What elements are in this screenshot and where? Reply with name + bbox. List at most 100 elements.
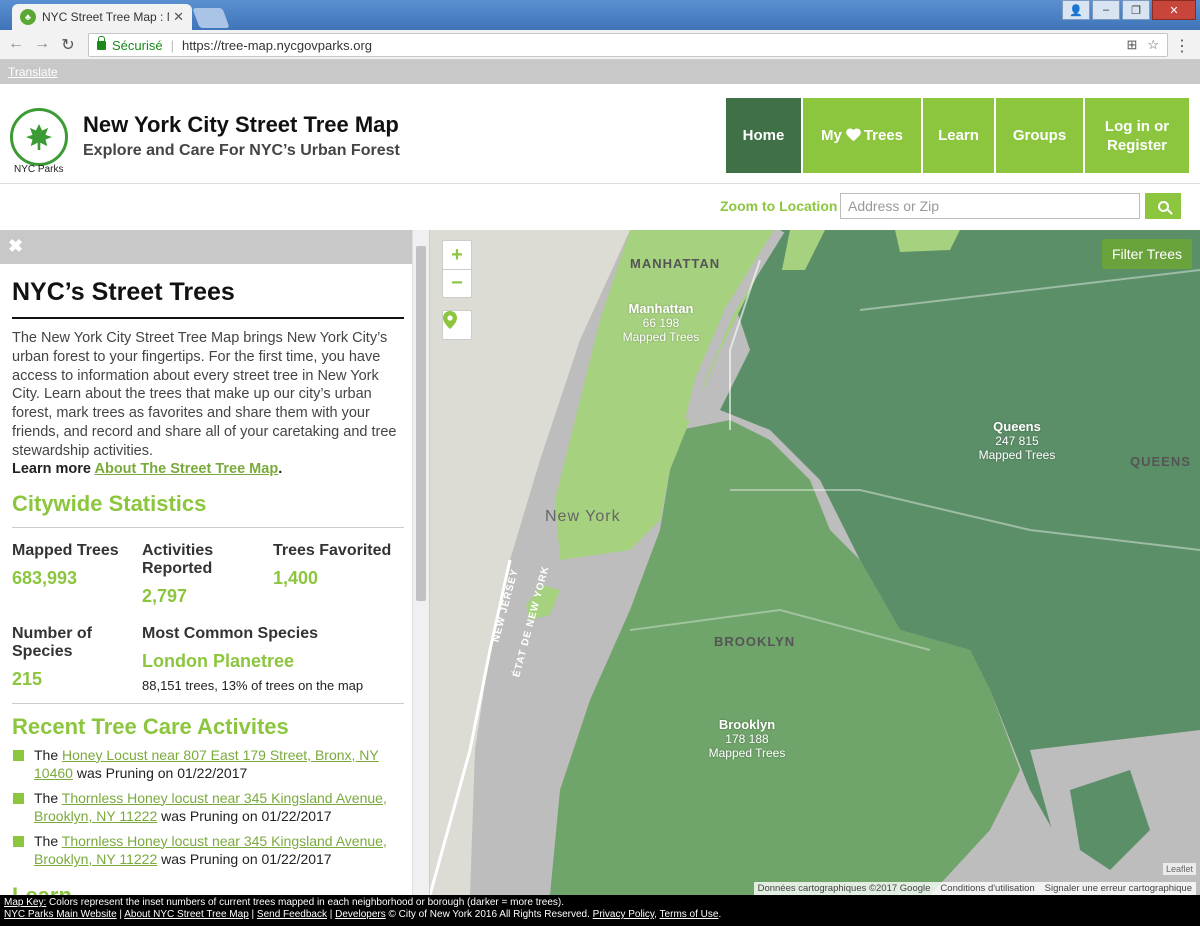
browser-menu-icon[interactable]: ⋮ — [1174, 36, 1190, 56]
footer-link-main-website[interactable]: NYC Parks Main Website — [4, 909, 117, 920]
map-attribution: Données cartographiques ©2017 Google Con… — [753, 882, 1196, 895]
list-item: The Honey Locust near 807 East 179 Stree… — [12, 746, 404, 783]
tab-close-icon[interactable]: ✕ — [173, 9, 184, 25]
stat-label: Activities Reported — [142, 541, 214, 577]
activity-prefix: The — [34, 746, 59, 763]
island-region — [895, 230, 960, 252]
zoom-in-button[interactable]: + — [443, 241, 471, 269]
footer-link-terms[interactable]: Terms of Use — [660, 909, 719, 920]
site-footer: Map Key: Colors represent the inset numb… — [0, 895, 1200, 926]
sidebar-intro: The New York City Street Tree Map brings… — [12, 330, 397, 459]
borough-count: 66 198 — [642, 316, 680, 330]
site-header: NYC Parks New York City Street Tree Map … — [0, 84, 1200, 184]
bullet-square-icon — [13, 835, 24, 847]
new-tab-button[interactable] — [192, 8, 230, 28]
activity-suffix: was Pruning on 01/22/2017 — [161, 808, 332, 825]
borough-unit: Mapped Trees — [708, 746, 786, 760]
nyc-parks-logo[interactable] — [10, 108, 68, 166]
map-key: Map Key: Colors represent the inset numb… — [4, 897, 1196, 909]
info-sidebar: ✖ NYC’s Street Trees The New York City S… — [0, 230, 430, 895]
map-terms-link[interactable]: Conditions d'utilisation — [940, 883, 1034, 894]
stat-common-species: Most Common Species London Planetree 88,… — [142, 625, 363, 693]
sidebar-scrollbar[interactable] — [412, 230, 429, 895]
footer-copyright: © City of New York 2016 All Rights Reser… — [388, 909, 590, 920]
activity-prefix: The — [34, 789, 59, 806]
stats-divider — [12, 526, 404, 528]
nav-login-register[interactable]: Log in or Register — [1085, 98, 1189, 173]
scrollbar-thumb[interactable] — [416, 246, 426, 601]
stat-label: Number of Species — [12, 624, 92, 660]
minimize-icon[interactable]: – — [1092, 0, 1120, 20]
stat-activities: Activities Reported 2,797 — [142, 542, 273, 607]
site-title: New York City Street Tree Map — [83, 112, 399, 137]
about-link[interactable]: About The Street Tree Map — [94, 461, 278, 477]
sidebar-top-bar: ✖ — [0, 230, 429, 264]
stat-value: London Planetree — [142, 650, 295, 671]
footer-link-feedback[interactable]: Send Feedback — [257, 909, 327, 920]
stat-label: Mapped Trees — [12, 541, 119, 559]
address-search-input[interactable] — [840, 193, 1140, 219]
address-bar: ← → ↻ Sécurisé | https://tree-map.nycgov… — [0, 30, 1200, 60]
nav-learn[interactable]: Learn — [923, 98, 996, 173]
translate-bar: Translate — [0, 60, 1200, 84]
footer-link-developers[interactable]: Developers — [335, 909, 386, 920]
bookmark-star-icon[interactable]: ☆ — [1147, 37, 1159, 53]
translate-icon[interactable]: ⊞ — [1126, 37, 1137, 53]
borough-count: 178 188 — [725, 732, 769, 746]
zoom-control: + − — [442, 240, 472, 298]
forward-arrow-icon[interactable]: → — [32, 35, 52, 53]
translate-link[interactable]: Translate — [8, 65, 58, 79]
locate-button[interactable] — [443, 311, 471, 339]
location-pin-icon — [443, 311, 457, 329]
zoom-out-button[interactable]: − — [443, 269, 471, 297]
activity-suffix: was Pruning on 01/22/2017 — [161, 851, 332, 868]
restore-icon[interactable]: ❐ — [1122, 0, 1150, 20]
borough-name: Brooklyn — [718, 717, 776, 732]
recent-heading: Recent Tree Care Activites — [12, 713, 289, 739]
maple-leaf-icon — [26, 124, 52, 150]
close-sidebar-icon[interactable]: ✖ — [8, 236, 23, 257]
url-field[interactable]: Sécurisé | https://tree-map.nycgovparks.… — [88, 33, 1168, 57]
map-key-label: Map Key: — [4, 897, 47, 908]
footer-link-about[interactable]: About NYC Street Tree Map — [124, 909, 249, 920]
map-report-link[interactable]: Signaler une erreur cartographique — [1045, 883, 1192, 894]
stat-label: Most Common Species — [142, 624, 319, 642]
locate-control — [442, 310, 472, 340]
borough-name: Queens — [993, 419, 1041, 434]
search-button[interactable] — [1145, 193, 1181, 219]
back-arrow-icon[interactable]: ← — [6, 35, 26, 53]
leaflet-attribution-link[interactable]: Leaflet — [1162, 863, 1196, 875]
map-key-text: Colors represent the inset numbers of cu… — [49, 897, 565, 908]
nav-my-trees[interactable]: My Trees — [803, 98, 923, 173]
stat-species: Number of Species 215 — [12, 625, 142, 693]
user-icon[interactable]: 👤 — [1062, 0, 1090, 20]
borough-unit: Mapped Trees — [622, 330, 700, 344]
learn-more: Learn more About The Street Tree Map. — [12, 461, 404, 477]
manhattan-count-label[interactable]: Manhattan 66 198 Mapped Trees — [616, 301, 706, 345]
brooklyn-count-label[interactable]: Brooklyn 178 188 Mapped Trees — [702, 717, 792, 761]
nav-login-line2: Register — [1106, 136, 1168, 154]
secure-label: Sécurisé — [112, 37, 163, 53]
stat-favorited: Trees Favorited 1,400 — [273, 542, 391, 607]
nav-home[interactable]: Home — [726, 98, 803, 173]
reload-icon[interactable]: ↻ — [58, 35, 78, 55]
filter-trees-button[interactable]: Filter Trees — [1101, 239, 1192, 269]
nav-my-trees-suffix: Trees — [863, 127, 904, 144]
brooklyn-area-label: BROOKLYN — [714, 634, 796, 649]
main-nav: Home My Trees Learn Groups Log in or Reg… — [726, 98, 1189, 173]
footer-link-privacy[interactable]: Privacy Policy — [593, 909, 655, 920]
tree-map[interactable]: MANHATTAN QUEENS BROOKLYN New York NEW J… — [430, 230, 1200, 895]
browser-tab[interactable]: ♣ NYC Street Tree Map : N ✕ — [12, 4, 192, 30]
site-subtitle: Explore and Care For NYC’s Urban Forest — [83, 142, 400, 159]
stat-label: Trees Favorited — [273, 541, 392, 559]
borough-name: Manhattan — [628, 301, 694, 316]
borough-unit: Mapped Trees — [978, 448, 1056, 462]
tab-title: NYC Street Tree Map : N — [42, 10, 170, 24]
nav-my-trees-prefix: My — [820, 127, 842, 144]
stats-heading: Citywide Statistics — [12, 490, 207, 516]
close-window-icon[interactable]: ✕ — [1152, 0, 1196, 20]
stat-mapped-trees: Mapped Trees 683,993 — [12, 542, 142, 607]
queens-count-label[interactable]: Queens 247 815 Mapped Trees — [972, 419, 1062, 463]
queens-area-label: QUEENS — [1130, 454, 1191, 469]
nav-groups[interactable]: Groups — [996, 98, 1085, 173]
